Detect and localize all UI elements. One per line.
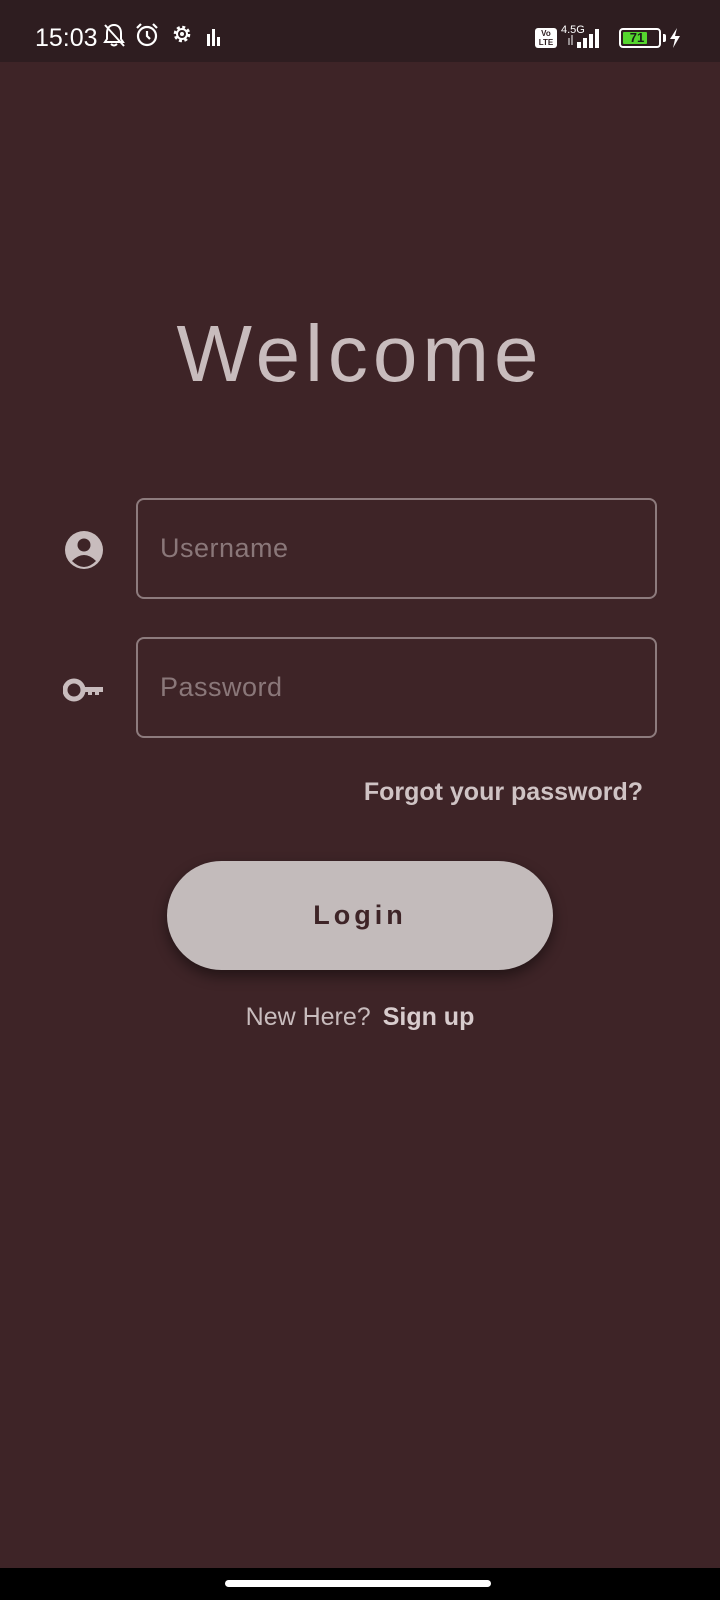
charging-icon — [668, 27, 682, 49]
home-indicator[interactable] — [225, 1580, 491, 1587]
status-bar: 15:03 Vo LTE 4.5G 71 — [0, 0, 720, 62]
bar-stats-icon — [206, 28, 222, 46]
password-input[interactable] — [138, 639, 655, 736]
login-screen: 15:03 Vo LTE 4.5G 71 Welcome Username Fo… — [0, 0, 720, 1600]
alarm-icon — [134, 22, 160, 48]
key-icon — [62, 677, 105, 708]
volte-icon: Vo LTE — [535, 28, 557, 48]
navigation-bar — [0, 1568, 720, 1600]
page-title: Welcome — [176, 309, 544, 398]
login-button[interactable]: Login — [167, 861, 553, 970]
account-circle-icon — [64, 530, 104, 575]
battery-level: 71 — [629, 30, 645, 45]
signup-row: New Here? Sign up — [0, 1003, 720, 1032]
username-input[interactable] — [138, 500, 655, 597]
new-here-label: New Here? — [245, 1003, 371, 1031]
username-field[interactable] — [136, 498, 657, 599]
signal-icon — [566, 24, 610, 50]
bell-off-icon — [102, 22, 126, 48]
password-field[interactable] — [136, 637, 657, 738]
status-time: 15:03 — [35, 24, 98, 52]
battery-icon: 71 — [619, 28, 661, 48]
signup-link[interactable]: Sign up — [383, 1003, 475, 1031]
settings-gear-icon — [170, 22, 194, 46]
battery-cap — [663, 34, 666, 42]
forgot-password-link[interactable]: Forgot your password? — [364, 778, 643, 807]
